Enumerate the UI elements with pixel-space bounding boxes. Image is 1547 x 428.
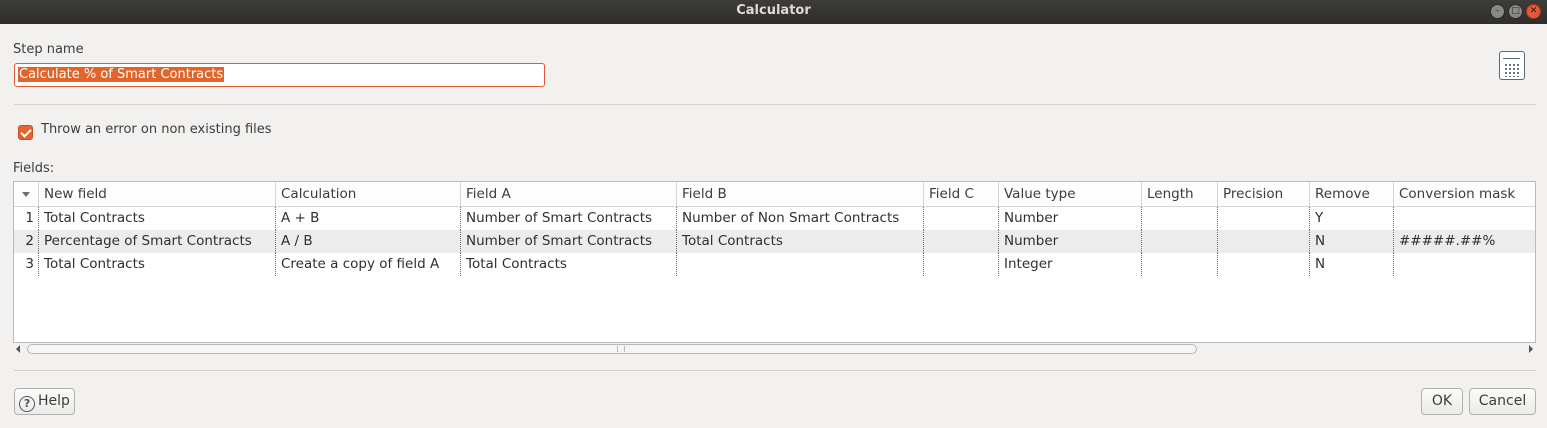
sort-arrow-icon <box>22 192 30 197</box>
separator-top <box>14 104 1536 105</box>
cell-precision[interactable] <box>1218 253 1310 276</box>
cell-value-type[interactable]: Number <box>999 230 1142 253</box>
fields-table[interactable]: New field Calculation Field A Field B Fi… <box>13 181 1536 343</box>
row-index: 1 <box>14 207 39 230</box>
cancel-button[interactable]: Cancel <box>1469 388 1536 415</box>
scrollbar-track[interactable] <box>27 343 1524 354</box>
cell-conversion-mask[interactable]: #####.##% <box>1394 230 1535 253</box>
row-index: 2 <box>14 230 39 253</box>
table-row[interactable]: 3 Total Contracts Create a copy of field… <box>14 253 1535 276</box>
cell-length[interactable] <box>1142 207 1218 230</box>
header-value-type[interactable]: Value type <box>999 182 1142 206</box>
cell-value-type[interactable]: Integer <box>999 253 1142 276</box>
cell-field-c[interactable] <box>924 207 999 230</box>
table-row[interactable]: 1 Total Contracts A + B Number of Smart … <box>14 207 1535 230</box>
window-titlebar: Calculator – □ ✕ <box>0 0 1547 24</box>
step-name-label: Step name <box>13 42 84 57</box>
header-field-b[interactable]: Field B <box>677 182 924 206</box>
help-button-label: Help <box>38 393 70 409</box>
ok-button[interactable]: OK <box>1421 388 1463 415</box>
header-calculation[interactable]: Calculation <box>276 182 461 206</box>
cell-conversion-mask[interactable] <box>1394 207 1535 230</box>
cell-new-field[interactable]: Total Contracts <box>39 207 276 230</box>
cell-conversion-mask[interactable] <box>1394 253 1535 276</box>
scroll-left-icon[interactable] <box>16 345 20 353</box>
help-button[interactable]: ? Help <box>14 388 75 415</box>
header-new-field[interactable]: New field <box>39 182 276 206</box>
cell-field-b[interactable]: Total Contracts <box>677 230 924 253</box>
step-name-value: Calculate % of Smart Contracts <box>18 67 225 82</box>
cell-remove[interactable]: N <box>1310 253 1394 276</box>
cell-calculation[interactable]: A + B <box>276 207 461 230</box>
cell-calculation[interactable]: A / B <box>276 230 461 253</box>
window-title: Calculator <box>736 3 811 18</box>
header-conversion-mask[interactable]: Conversion mask <box>1394 182 1535 206</box>
scroll-right-icon[interactable] <box>1529 345 1533 353</box>
cell-precision[interactable] <box>1218 207 1310 230</box>
maximize-button[interactable]: □ <box>1508 4 1523 19</box>
fields-label: Fields: <box>13 161 55 176</box>
cell-field-b[interactable]: Number of Non Smart Contracts <box>677 207 924 230</box>
cell-precision[interactable] <box>1218 230 1310 253</box>
cell-value-type[interactable]: Number <box>999 207 1142 230</box>
cell-length[interactable] <box>1142 253 1218 276</box>
cell-field-a[interactable]: Number of Smart Contracts <box>461 207 677 230</box>
minimize-button[interactable]: – <box>1490 4 1505 19</box>
cell-remove[interactable]: Y <box>1310 207 1394 230</box>
separator-bottom <box>14 370 1536 371</box>
throw-error-label: Throw an error on non existing files <box>41 122 272 137</box>
horizontal-scrollbar[interactable] <box>13 342 1536 355</box>
close-button[interactable]: ✕ <box>1526 4 1541 19</box>
header-precision[interactable]: Precision <box>1218 182 1310 206</box>
cell-length[interactable] <box>1142 230 1218 253</box>
cell-field-c[interactable] <box>924 253 999 276</box>
cell-new-field[interactable]: Total Contracts <box>39 253 276 276</box>
cell-calculation[interactable]: Create a copy of field A <box>276 253 461 276</box>
scrollbar-grip <box>617 346 625 352</box>
cell-field-b[interactable] <box>677 253 924 276</box>
table-header: New field Calculation Field A Field B Fi… <box>14 182 1535 207</box>
cell-field-a[interactable]: Total Contracts <box>461 253 677 276</box>
row-index: 3 <box>14 253 39 276</box>
header-remove[interactable]: Remove <box>1310 182 1394 206</box>
calculator-icon <box>1499 51 1525 80</box>
throw-error-checkbox[interactable] <box>18 125 33 140</box>
question-mark-icon: ? <box>19 396 36 412</box>
header-length[interactable]: Length <box>1142 182 1218 206</box>
scrollbar-thumb[interactable] <box>27 344 1197 354</box>
cell-field-a[interactable]: Number of Smart Contracts <box>461 230 677 253</box>
step-name-input[interactable]: Calculate % of Smart Contracts <box>14 63 545 87</box>
header-field-a[interactable]: Field A <box>461 182 677 206</box>
cell-new-field[interactable]: Percentage of Smart Contracts <box>39 230 276 253</box>
header-index[interactable] <box>14 182 39 206</box>
table-row[interactable]: 2 Percentage of Smart Contracts A / B Nu… <box>14 230 1535 253</box>
header-field-c[interactable]: Field C <box>924 182 999 206</box>
cell-field-c[interactable] <box>924 230 999 253</box>
cell-remove[interactable]: N <box>1310 230 1394 253</box>
